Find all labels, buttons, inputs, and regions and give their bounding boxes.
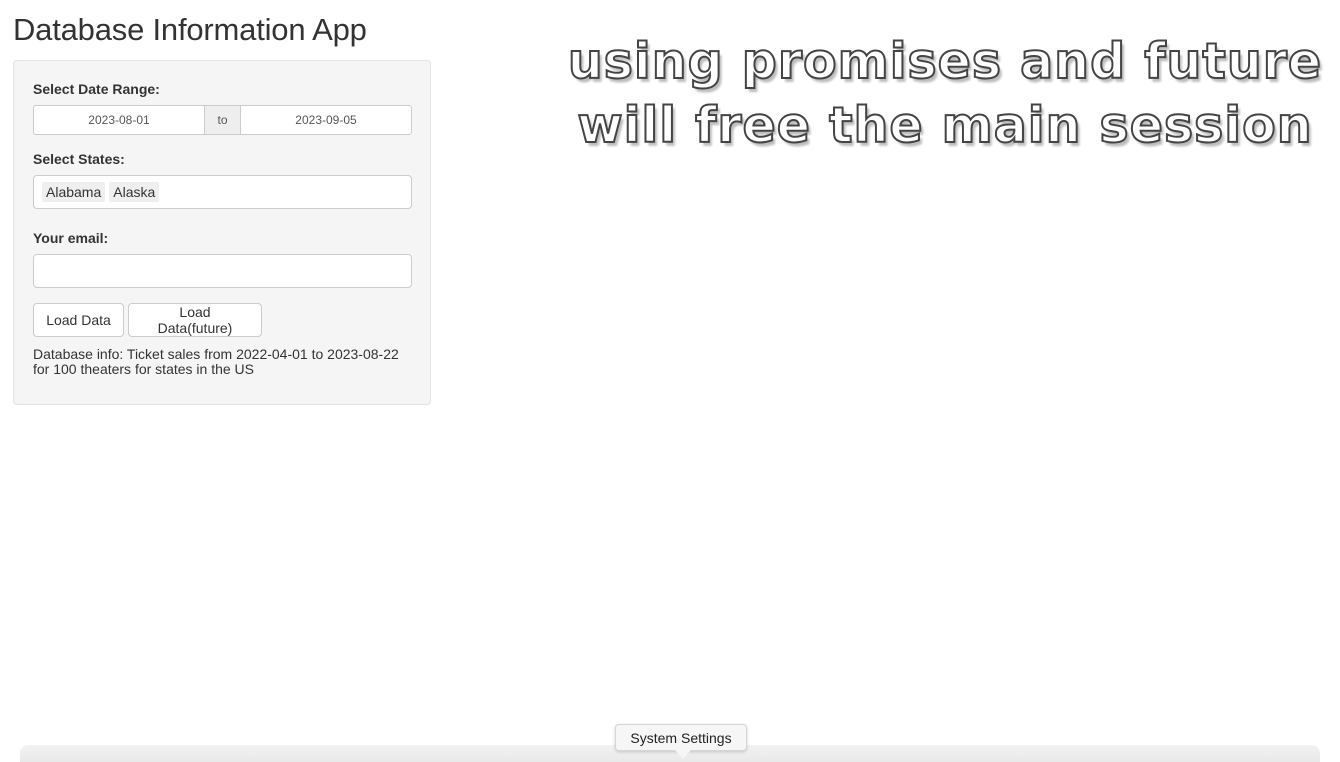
overlay-caption: using promises and future will free the … <box>560 30 1330 158</box>
app-title: Database Information App <box>13 12 367 47</box>
tooltip-arrow-icon <box>675 750 691 759</box>
date-range-separator: to <box>205 105 240 135</box>
states-select[interactable]: Alabama Alaska <box>33 175 412 209</box>
overlay-caption-line-1: using promises and future <box>567 32 1323 91</box>
overlay-caption-line-2: will free the main session <box>576 96 1313 155</box>
email-field[interactable] <box>33 254 412 288</box>
load-data-button[interactable]: Load Data <box>33 303 124 337</box>
email-label: Your email: <box>33 230 109 246</box>
load-data-future-button[interactable]: Load Data(future) <box>128 303 262 337</box>
date-start-input[interactable] <box>33 105 205 135</box>
state-chip-alabama[interactable]: Alabama <box>42 182 106 202</box>
system-settings-tooltip: System Settings <box>615 724 747 751</box>
date-range-input: to <box>33 105 412 135</box>
date-range-label: Select Date Range: <box>33 81 160 97</box>
sidebar-panel: Select Date Range: to Select States: Ala… <box>13 60 431 405</box>
states-label: Select States: <box>33 151 125 167</box>
date-end-input[interactable] <box>240 105 412 135</box>
state-chip-alaska[interactable]: Alaska <box>109 182 160 202</box>
database-info-text: Database info: Ticket sales from 2022-04… <box>33 346 399 377</box>
page: Database Information App Select Date Ran… <box>0 0 1340 762</box>
